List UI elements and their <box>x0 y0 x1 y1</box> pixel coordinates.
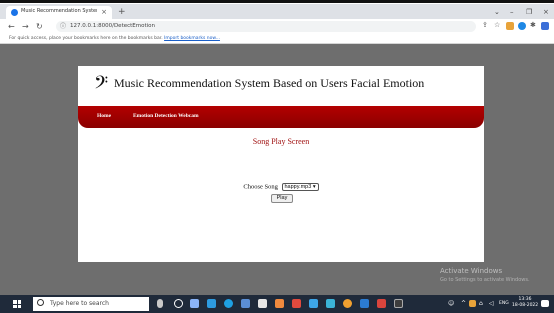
extension-icon[interactable] <box>506 22 514 30</box>
play-button[interactable]: Play <box>271 194 293 203</box>
chrome-favicon-icon <box>11 9 18 16</box>
song-select[interactable]: happy.mp3 ▾ <box>281 183 319 191</box>
terminal-icon[interactable] <box>394 299 403 308</box>
word-icon[interactable] <box>360 299 369 308</box>
bookmarks-hint-text: For quick access, place your bookmarks h… <box>9 36 163 41</box>
tab-title: Music Recommendation System <box>21 8 97 14</box>
store-icon[interactable] <box>241 299 250 308</box>
tray-chevron-icon[interactable]: ^ <box>461 300 466 308</box>
url-text: 127.0.0.1:8000/DetectEmotion <box>70 23 156 29</box>
song-play-heading: Song Play Screen <box>252 137 310 146</box>
activate-windows-subtitle: Go to Settings to activate Windows. <box>440 277 530 283</box>
app-blue-icon[interactable] <box>309 299 318 308</box>
volume-icon[interactable]: ◁ <box>489 300 494 308</box>
office-icon[interactable] <box>275 299 284 308</box>
extensions-puzzle-icon[interactable]: ✱ <box>530 21 536 30</box>
nav-emotion-detection-link[interactable]: Emotion Detection Webcam <box>133 113 199 119</box>
chrome-taskbar-icon[interactable] <box>343 299 352 308</box>
windows-start-icon[interactable] <box>13 300 21 308</box>
app-cyan-icon[interactable] <box>326 299 335 308</box>
song-select-value: happy.mp3 <box>284 184 312 190</box>
forward-arrow-icon[interactable]: → <box>22 22 29 31</box>
content-card: 𝄢 Music Recommendation System Based on U… <box>78 66 484 262</box>
info-icon[interactable]: ⓘ <box>60 23 66 30</box>
app-icon[interactable] <box>258 299 267 308</box>
page-viewport: 𝄢 Music Recommendation System Based on U… <box>0 44 554 295</box>
reload-icon[interactable]: ↻ <box>36 22 43 31</box>
edge-browser-icon[interactable] <box>224 299 233 308</box>
profile-icon[interactable] <box>541 22 549 30</box>
nav-home-link[interactable]: Home <box>97 113 111 119</box>
file-explorer-icon[interactable] <box>207 299 216 308</box>
new-tab-icon[interactable]: + <box>118 7 126 17</box>
nav-bar: Home Emotion Detection Webcam <box>78 106 484 128</box>
tab-bar: Music Recommendation System × + ⌄ – ❐ × <box>0 4 554 19</box>
tab-search-chevron-icon[interactable]: ⌄ <box>494 7 500 17</box>
tray-app-icon[interactable] <box>469 300 476 307</box>
windows-taskbar: Type here to search ☺ ^ ⌂ ◁ ENG 13:36 18… <box>0 295 554 313</box>
notifications-icon[interactable] <box>541 300 549 307</box>
taskbar-search-box[interactable]: Type here to search <box>33 297 149 311</box>
tab-close-icon[interactable]: × <box>101 7 107 17</box>
bass-clef-logo-icon: 𝄢 <box>94 73 109 98</box>
shield-extension-icon[interactable] <box>518 22 526 30</box>
bookmark-star-icon[interactable]: ☆ <box>494 21 500 30</box>
screen-top-border <box>0 0 554 3</box>
share-icon[interactable]: ⇪ <box>482 21 488 30</box>
microphone-icon[interactable] <box>157 299 163 308</box>
address-bar: ← → ↻ ⓘ 127.0.0.1:8000/DetectEmotion ⇪ ☆… <box>0 19 554 34</box>
search-icon <box>37 299 44 306</box>
language-indicator[interactable]: ENG <box>499 301 509 307</box>
restore-icon[interactable]: ❐ <box>526 7 532 17</box>
cortana-icon[interactable] <box>174 299 183 308</box>
minimize-icon[interactable]: – <box>510 7 514 17</box>
close-window-icon[interactable]: × <box>543 7 549 17</box>
pdf-icon[interactable] <box>377 299 386 308</box>
choose-song-label: Choose Song <box>243 183 278 191</box>
task-view-icon[interactable] <box>190 299 199 308</box>
site-title: Music Recommendation System Based on Use… <box>114 76 425 90</box>
bookmarks-bar: For quick access, place your bookmarks h… <box>0 34 554 44</box>
url-field[interactable]: ⓘ 127.0.0.1:8000/DetectEmotion <box>56 21 476 32</box>
bookmarks-hint: For quick access, place your bookmarks h… <box>9 36 220 41</box>
choose-song-row: Choose Song happy.mp3 ▾ <box>78 183 484 191</box>
activate-windows-title: Activate Windows <box>440 267 503 275</box>
people-icon[interactable]: ☺ <box>448 300 454 308</box>
app-red-icon[interactable] <box>292 299 301 308</box>
taskbar-search-placeholder: Type here to search <box>50 300 109 307</box>
clock[interactable]: 13:36 18-08-2022 <box>512 297 538 309</box>
browser-tab[interactable]: Music Recommendation System × <box>6 6 112 19</box>
import-bookmarks-link[interactable]: Import bookmarks now... <box>164 36 220 41</box>
clock-date: 18-08-2022 <box>512 303 539 308</box>
back-arrow-icon[interactable]: ← <box>8 22 15 31</box>
network-icon[interactable]: ⌂ <box>479 300 483 308</box>
